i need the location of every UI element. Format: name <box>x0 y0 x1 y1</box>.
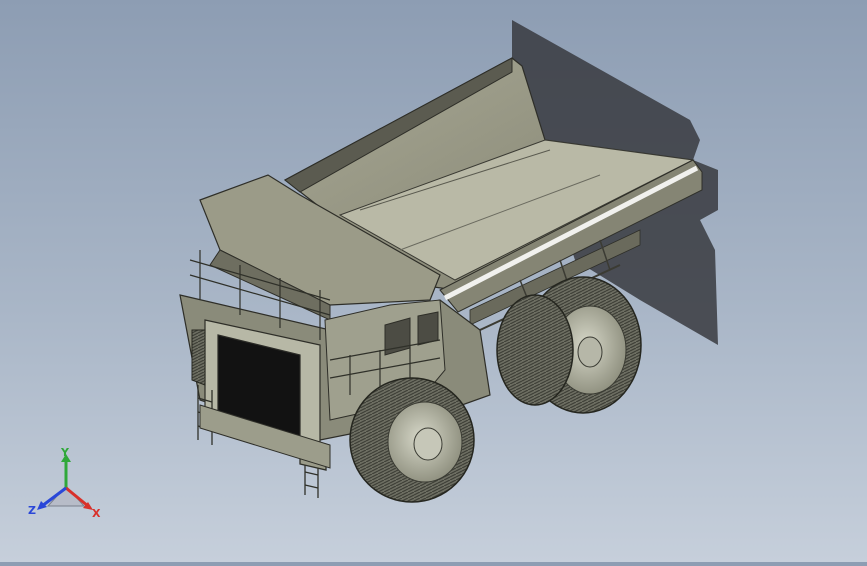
z-axis-label: Z <box>28 504 36 517</box>
x-axis-label: X <box>92 507 101 520</box>
front-wheel-left[interactable] <box>191 329 206 386</box>
front-wheel[interactable] <box>349 377 475 503</box>
rear-wheel-inner[interactable] <box>496 294 574 406</box>
y-axis-label: Y <box>60 448 70 459</box>
3d-model-viewport[interactable] <box>0 0 867 562</box>
orientation-triad[interactable]: Y X Z <box>26 448 106 528</box>
model-canvas[interactable] <box>0 0 867 562</box>
